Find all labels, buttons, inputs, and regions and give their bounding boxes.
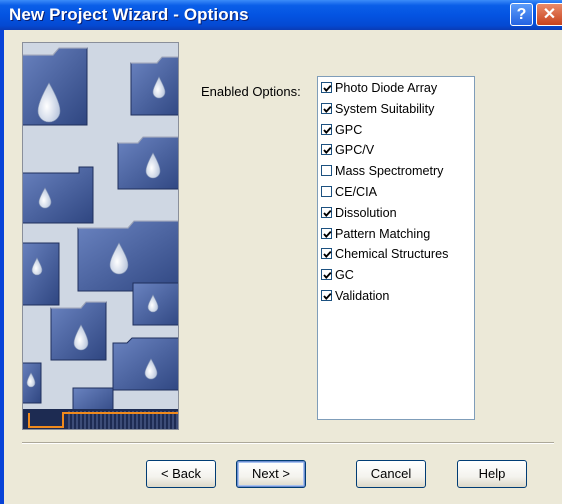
option-label: GPC (335, 122, 363, 137)
checkbox-checked-icon[interactable] (321, 227, 332, 239)
checkbox-empty-icon[interactable] (321, 186, 332, 197)
help-button[interactable]: Help (457, 460, 527, 488)
enabled-options-label: Enabled Options: (201, 84, 301, 99)
checkbox-checked-icon[interactable] (321, 102, 332, 114)
option-label: GPC/V (335, 143, 375, 158)
checkbox-checked-icon[interactable] (321, 269, 332, 281)
option-label: Validation (335, 289, 390, 303)
option-label: CE/CIA (335, 185, 377, 199)
close-icon: ✕ (542, 6, 557, 23)
close-title-button[interactable]: ✕ (536, 3, 562, 26)
checkbox-checked-icon[interactable] (321, 144, 332, 156)
wizard-window: New Project Wizard - Options ? ✕ Enabled… (0, 0, 562, 504)
option-label: Mass Spectrometry (335, 164, 444, 179)
checkbox-empty-icon[interactable] (321, 165, 332, 177)
cancel-button[interactable]: Cancel (356, 460, 426, 488)
question-mark-icon: ? (516, 6, 527, 23)
folder-collage-graphic (23, 43, 178, 429)
button-separator-highlight (22, 443, 554, 444)
title-bar[interactable]: New Project Wizard - Options ? ✕ (0, 0, 562, 30)
checkbox-checked-icon[interactable] (321, 123, 332, 135)
checkbox-checked-icon[interactable] (321, 82, 332, 93)
wizard-banner-image (22, 42, 179, 430)
option-label: Dissolution (335, 205, 397, 220)
option-label: GC (335, 268, 354, 283)
enabled-options-listbox[interactable]: Photo Diode Array System Suitability GPC GP… (317, 76, 475, 420)
checkbox-checked-icon[interactable] (321, 290, 332, 301)
option-label: Photo Diode Array (335, 81, 438, 95)
window-title: New Project Wizard - Options (9, 5, 249, 24)
checkbox-checked-icon[interactable] (321, 206, 332, 218)
back-button[interactable]: < Back (146, 460, 216, 488)
option-label: Pattern Matching (335, 226, 431, 241)
help-title-button[interactable]: ? (510, 3, 533, 26)
option-label: Chemical Structures (335, 247, 449, 262)
checkbox-checked-icon[interactable] (321, 248, 332, 260)
option-label: System Suitability (335, 101, 435, 116)
next-button[interactable]: Next > (236, 460, 306, 488)
